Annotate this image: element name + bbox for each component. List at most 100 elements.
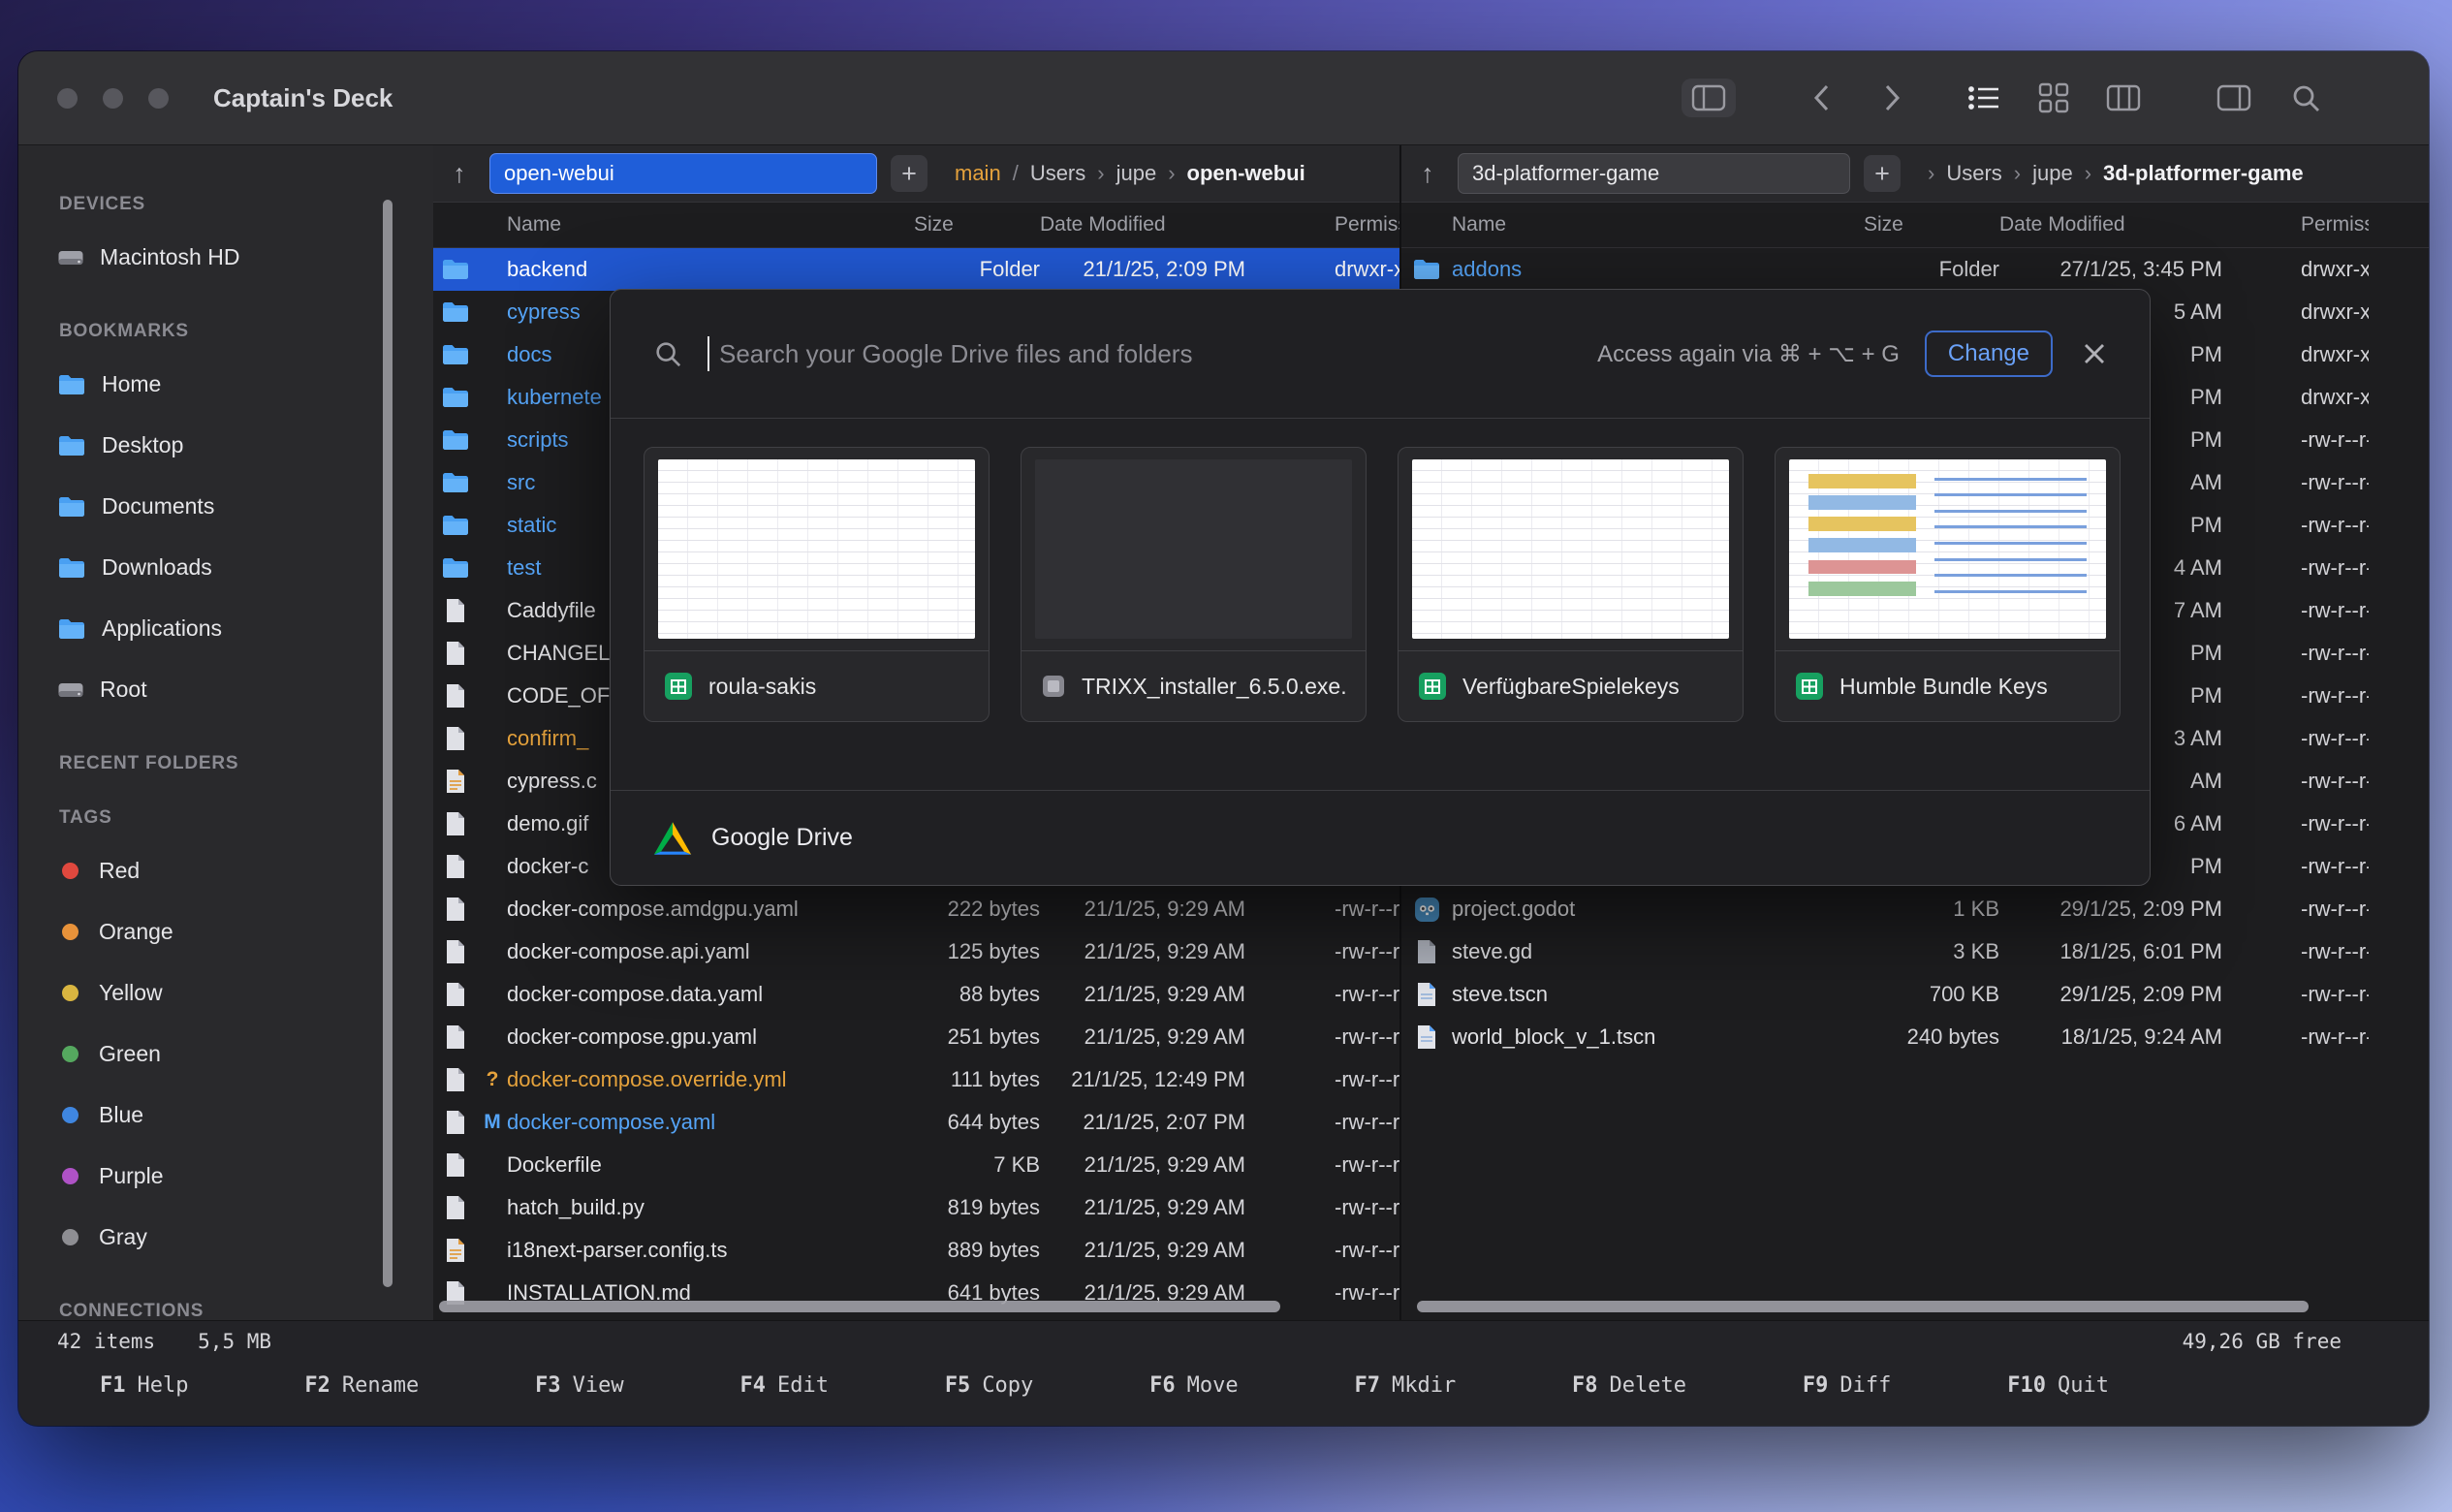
file-row-addons[interactable]: addonsFolder27/1/25, 3:45 PMdrwxr-xr-x xyxy=(1401,248,2429,291)
breadcrumb-item[interactable]: open-webui xyxy=(1187,161,1305,186)
horizontal-scrollbar[interactable] xyxy=(439,1301,1280,1312)
file-row-dockerfile[interactable]: Dockerfile7 KB21/1/25, 9:29 AM-rw-r--r-- xyxy=(433,1144,1399,1186)
breadcrumb-item[interactable]: Users xyxy=(1946,161,2001,186)
sidebar-item-label: Red xyxy=(99,858,140,884)
parent-directory-button[interactable]: ↑ xyxy=(1411,159,1444,189)
column-header[interactable]: Name xyxy=(507,213,914,236)
path-field[interactable] xyxy=(489,153,877,194)
card-filename: TRIXX_installer_6.5.0.exe... xyxy=(1082,674,1346,700)
file-row-steve-tscn[interactable]: steve.tscn700 KB29/1/25, 2:09 PM-rw-r--r… xyxy=(1401,973,2429,1016)
horizontal-scrollbar[interactable] xyxy=(1417,1301,2309,1312)
file-row-docker-compose-data-yaml[interactable]: docker-compose.data.yaml88 bytes21/1/25,… xyxy=(433,973,1399,1016)
sidebar: DEVICESMacintosh HDBOOKMARKSHomeDesktopD… xyxy=(18,145,433,1320)
file-size: 125 bytes xyxy=(914,939,1040,964)
file-permissions: -rw-r--r-- xyxy=(2301,555,2369,581)
forward-icon[interactable] xyxy=(1871,79,1914,117)
google-sheets-icon xyxy=(1795,672,1824,701)
breadcrumb-item[interactable]: Users xyxy=(1030,161,1085,186)
sidebar-item-yellow[interactable]: Yellow xyxy=(53,962,433,1024)
drive-search-input[interactable] xyxy=(717,338,1597,370)
fn-f4[interactable]: F4Edit xyxy=(739,1373,828,1398)
breadcrumb-item[interactable]: jupe xyxy=(1116,161,1157,186)
toggle-sidebar-icon[interactable] xyxy=(1682,79,1736,117)
column-header[interactable]: Permissions xyxy=(2301,213,2369,236)
change-shortcut-button[interactable]: Change xyxy=(1925,331,2053,377)
file-row-project-godot[interactable]: project.godot1 KB29/1/25, 2:09 PM-rw-r--… xyxy=(1401,888,2429,930)
close-icon[interactable] xyxy=(2082,341,2107,366)
drive-file-card-verf-gbarespielekeys[interactable]: VerfügbareSpielekeys xyxy=(1398,447,1744,722)
breadcrumb-item[interactable]: jupe xyxy=(2032,161,2073,186)
toolbar xyxy=(1682,79,2429,117)
column-header[interactable]: Date Modified xyxy=(1040,213,1245,236)
column-header[interactable]: Size xyxy=(1864,213,1999,236)
sidebar-item-home[interactable]: Home xyxy=(53,354,433,415)
sidebar-scrollbar[interactable] xyxy=(383,200,393,1287)
sidebar-item-root[interactable]: Root xyxy=(53,659,433,720)
columns-view-icon[interactable] xyxy=(2102,79,2145,117)
file-row-steve-gd[interactable]: steve.gd3 KB18/1/25, 6:01 PM-rw-r--r-- xyxy=(1401,930,2429,973)
file-name: docker-compose.data.yaml xyxy=(507,982,914,1007)
grid-view-icon[interactable] xyxy=(2032,79,2075,117)
drive-file-card-humble-bundle-keys[interactable]: Humble Bundle Keys xyxy=(1775,447,2121,722)
column-header[interactable]: Permissions xyxy=(1335,213,1399,236)
breadcrumb-item[interactable]: 3d-platformer-game xyxy=(2103,161,2304,186)
sidebar-item-label: Orange xyxy=(99,919,173,945)
fn-f3[interactable]: F3View xyxy=(535,1373,623,1398)
search-icon[interactable] xyxy=(2284,79,2327,117)
sidebar-item-desktop[interactable]: Desktop xyxy=(53,415,433,476)
pathbar: ↑+›Users›jupe›3d-platformer-game xyxy=(1401,145,2429,203)
sidebar-item-gray[interactable]: Gray xyxy=(53,1207,433,1268)
sidebar-item-applications[interactable]: Applications xyxy=(53,598,433,659)
file-row-docker-compose-amdgpu-yaml[interactable]: docker-compose.amdgpu.yaml222 bytes21/1/… xyxy=(433,888,1399,930)
file-row-hatch-build-py[interactable]: hatch_build.py819 bytes21/1/25, 9:29 AM-… xyxy=(433,1186,1399,1229)
sidebar-item-green[interactable]: Green xyxy=(53,1024,433,1085)
parent-directory-button[interactable]: ↑ xyxy=(443,159,476,189)
fn-f6[interactable]: F6Move xyxy=(1149,1373,1238,1398)
file-row-world-block-v-1-tscn[interactable]: world_block_v_1.tscn240 bytes18/1/25, 9:… xyxy=(1401,1016,2429,1058)
fn-f10[interactable]: F10Quit xyxy=(2007,1373,2109,1398)
fn-f1[interactable]: F1Help xyxy=(100,1373,188,1398)
path-field[interactable] xyxy=(1458,153,1850,194)
sidebar-item-macintosh-hd[interactable]: Macintosh HD xyxy=(53,227,433,288)
column-header[interactable]: Name xyxy=(1452,213,1864,236)
fn-f2[interactable]: F2Rename xyxy=(304,1373,419,1398)
file-name: steve.gd xyxy=(1452,939,1864,964)
sidebar-item-purple[interactable]: Purple xyxy=(53,1146,433,1207)
fn-f8[interactable]: F8Delete xyxy=(1572,1373,1686,1398)
sidebar-section-title: CONNECTIONS xyxy=(59,1301,433,1320)
zoom-window-button[interactable] xyxy=(148,88,169,109)
close-window-button[interactable] xyxy=(57,88,78,109)
card-filename: Humble Bundle Keys xyxy=(1839,674,2048,700)
sidebar-item-blue[interactable]: Blue xyxy=(53,1085,433,1146)
file-permissions: -rw-r--r-- xyxy=(2301,854,2369,879)
breadcrumb-item[interactable]: main xyxy=(955,161,1001,186)
folder-icon xyxy=(57,495,86,519)
file-row-backend[interactable]: backendFolder21/1/25, 2:09 PMdrwxr-xr-x xyxy=(433,248,1399,291)
file-row-docker-compose-gpu-yaml[interactable]: docker-compose.gpu.yaml251 bytes21/1/25,… xyxy=(433,1016,1399,1058)
drive-file-card-trixx-installer-6-5-0-exe[interactable]: TRIXX_installer_6.5.0.exe... xyxy=(1021,447,1367,722)
column-header[interactable]: Size xyxy=(914,213,1040,236)
sidebar-item-documents[interactable]: Documents xyxy=(53,476,433,537)
sidebar-item-downloads[interactable]: Downloads xyxy=(53,537,433,598)
list-view-icon[interactable] xyxy=(1963,79,2005,117)
fn-f5[interactable]: F5Copy xyxy=(945,1373,1033,1398)
file-icon xyxy=(433,981,478,1008)
file-row-docker-compose-api-yaml[interactable]: docker-compose.api.yaml125 bytes21/1/25,… xyxy=(433,930,1399,973)
sidebar-item-red[interactable]: Red xyxy=(53,840,433,901)
file-row-i18next-parser-config-ts[interactable]: i18next-parser.config.ts889 bytes21/1/25… xyxy=(433,1229,1399,1272)
new-tab-button[interactable]: + xyxy=(1864,155,1901,192)
sidebar-item-orange[interactable]: Orange xyxy=(53,901,433,962)
fn-f9[interactable]: F9Diff xyxy=(1803,1373,1891,1398)
minimize-window-button[interactable] xyxy=(103,88,123,109)
file-row-docker-compose-override-yml[interactable]: ?docker-compose.override.yml111 bytes21/… xyxy=(433,1058,1399,1101)
toggle-preview-panel-icon[interactable] xyxy=(2213,79,2255,117)
column-header[interactable]: Date Modified xyxy=(1999,213,2222,236)
fn-f7[interactable]: F7Mkdir xyxy=(1354,1373,1456,1398)
sidebar-item-label: Documents xyxy=(102,493,214,520)
sidebar-item-label: Gray xyxy=(99,1224,147,1250)
tag-color-dot xyxy=(62,863,79,879)
file-row-docker-compose-yaml[interactable]: Mdocker-compose.yaml644 bytes21/1/25, 2:… xyxy=(433,1101,1399,1144)
drive-file-card-roula-sakis[interactable]: roula-sakis xyxy=(644,447,990,722)
back-icon[interactable] xyxy=(1800,79,1842,117)
new-tab-button[interactable]: + xyxy=(891,155,927,192)
